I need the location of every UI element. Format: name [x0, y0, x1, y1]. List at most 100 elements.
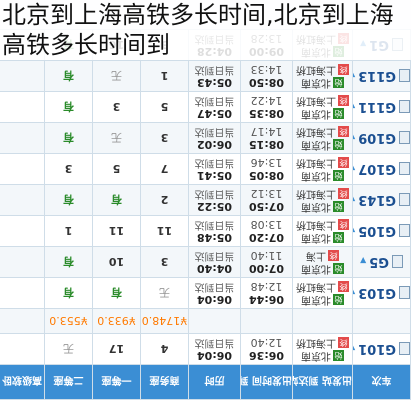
- station-cell: 始北京南终上海虹桥: [292, 333, 353, 365]
- depart-time: 07:50: [249, 200, 285, 213]
- to-station[interactable]: 上海虹桥: [296, 126, 336, 137]
- duration-note: 当日到达: [194, 250, 235, 261]
- second-seat: 有: [44, 91, 93, 123]
- duration: 06:02: [197, 138, 233, 151]
- to-station[interactable]: 上海虹桥: [296, 157, 336, 168]
- second-price: ¥553.0: [44, 308, 93, 334]
- to-station[interactable]: 上海虹桥: [296, 337, 336, 348]
- train-number[interactable]: G101: [358, 342, 396, 357]
- header-train[interactable]: 车次: [352, 364, 411, 400]
- from-station[interactable]: 北京南: [301, 201, 331, 212]
- depart-time: 08:50: [249, 76, 285, 89]
- from-station[interactable]: 北京南: [301, 139, 331, 150]
- train-cell[interactable]: G5▼: [352, 246, 411, 278]
- header-time[interactable]: 出发时间 到达时间: [240, 364, 293, 400]
- station-cell: 始北京南终上海虹桥: [292, 277, 353, 309]
- to-station[interactable]: 上海虹桥: [296, 281, 336, 292]
- business-seat: 5: [140, 91, 189, 123]
- header-duration[interactable]: 历时: [188, 364, 241, 400]
- from-station[interactable]: 北京南: [301, 170, 331, 181]
- train-number[interactable]: G143: [358, 193, 396, 208]
- table-row: G113▼始北京南终上海虹桥08:5014:3305:43当日到达1无有: [0, 60, 411, 92]
- train-number[interactable]: G103: [358, 286, 396, 301]
- train-cell[interactable]: G109▼: [352, 122, 411, 154]
- business-price: ¥1748.0: [140, 308, 189, 334]
- first-seat: 5: [92, 153, 141, 185]
- chevron-down-icon[interactable]: ▼: [353, 71, 356, 80]
- second-seat: 无: [44, 333, 93, 365]
- table-row: G105▼始北京南终上海虹桥07:2013:0805:48当日到达11111: [0, 215, 411, 247]
- chevron-down-icon[interactable]: ▼: [353, 344, 356, 353]
- station-cell: 始北京南 终上海: [292, 246, 353, 278]
- first-price: ¥933.0: [92, 308, 141, 334]
- business-seat: 11: [140, 215, 189, 247]
- time-cell: 06:44 12:48: [240, 277, 293, 309]
- first-seat: 10: [92, 246, 141, 278]
- duration: 05:47: [197, 107, 233, 120]
- station-cell: 始北京南终上海虹桥: [292, 215, 353, 247]
- duration-cell: 06:04 当日到达: [188, 333, 241, 365]
- train-cell[interactable]: G113▼: [352, 60, 411, 92]
- duration: 05:43: [197, 76, 233, 89]
- header-second: 二等座: [44, 364, 93, 400]
- extra-seat: [0, 333, 45, 365]
- train-icon: [399, 193, 410, 206]
- arrive-time: 11:40: [250, 249, 283, 262]
- first-seat: 3: [92, 91, 141, 123]
- chevron-down-icon[interactable]: ▼: [353, 195, 356, 204]
- first-seat: 无: [92, 122, 141, 154]
- chevron-down-icon[interactable]: ▼: [353, 102, 356, 111]
- chevron-down-icon[interactable]: ▼: [353, 133, 356, 142]
- chevron-down-icon[interactable]: ▼: [353, 164, 356, 173]
- to-station[interactable]: 上海虹桥: [296, 95, 336, 106]
- from-station[interactable]: 北京南: [301, 77, 331, 88]
- from-station[interactable]: 北京南: [301, 350, 331, 361]
- train-number[interactable]: G5: [369, 255, 389, 270]
- start-station-tag: 始: [333, 201, 344, 213]
- to-station[interactable]: 上海虹桥: [296, 188, 336, 199]
- first-seat: 11: [92, 215, 141, 247]
- end-station-tag: 终: [338, 219, 349, 231]
- to-station[interactable]: 上海: [306, 250, 326, 261]
- time-cell: 08:35 14:22: [240, 91, 293, 123]
- header-station[interactable]: 出发站 到达站: [292, 364, 353, 400]
- train-cell[interactable]: G107▼: [352, 153, 411, 185]
- extra-seat: [0, 153, 45, 185]
- train-cell[interactable]: G111▼: [352, 91, 411, 123]
- arrive-time: 13:46: [250, 156, 283, 169]
- chevron-down-icon[interactable]: ▼: [353, 288, 356, 297]
- to-station[interactable]: 上海虹桥: [296, 64, 336, 75]
- to-station[interactable]: 上海虹桥: [296, 219, 336, 230]
- arrive-time: 12:48: [250, 280, 283, 293]
- depart-time: 08:35: [249, 107, 285, 120]
- duration-cell: 05:43 当日到达: [188, 60, 241, 92]
- start-station-tag: 始: [333, 139, 344, 151]
- page-caption: 北京到上海高铁多长时间,北京到上海高铁多长时间到: [0, 0, 411, 60]
- train-cell[interactable]: G103▼: [352, 277, 411, 309]
- chevron-down-icon[interactable]: ▼: [353, 226, 356, 235]
- train-number[interactable]: G111: [358, 100, 396, 115]
- from-station[interactable]: 北京南: [301, 232, 331, 243]
- train-cell[interactable]: G101▼: [352, 333, 411, 365]
- train-number[interactable]: G105: [358, 224, 396, 239]
- station-cell: 始北京南终上海虹桥: [292, 91, 353, 123]
- header-extra: 高级软卧: [0, 364, 45, 400]
- second-seat: 3: [44, 153, 93, 185]
- chevron-down-icon[interactable]: ▼: [360, 257, 366, 266]
- train-number[interactable]: G113: [358, 69, 396, 84]
- from-station[interactable]: 北京南: [301, 263, 331, 274]
- duration-note: 当日到达: [194, 95, 235, 106]
- time-cell: 06:36 12:40: [240, 333, 293, 365]
- arrive-time: 14:33: [250, 63, 283, 76]
- train-number[interactable]: G107: [358, 162, 396, 177]
- depart-time: 07:20: [249, 231, 285, 244]
- duration-cell: 06:04 当日到达: [188, 277, 241, 309]
- duration-cell: 04:40 当日到达: [188, 246, 241, 278]
- train-number[interactable]: G109: [358, 131, 396, 146]
- from-station[interactable]: 北京南: [301, 294, 331, 305]
- timetable-table: 车次 出发站 到达站 出发时间 到达时间 历时 商务座 一等座 二等座 高级软卧…: [0, 29, 411, 400]
- train-cell[interactable]: G105▼: [352, 215, 411, 247]
- from-station[interactable]: 北京南: [301, 108, 331, 119]
- header-business: 商务座: [140, 364, 189, 400]
- train-cell[interactable]: G143▼: [352, 184, 411, 216]
